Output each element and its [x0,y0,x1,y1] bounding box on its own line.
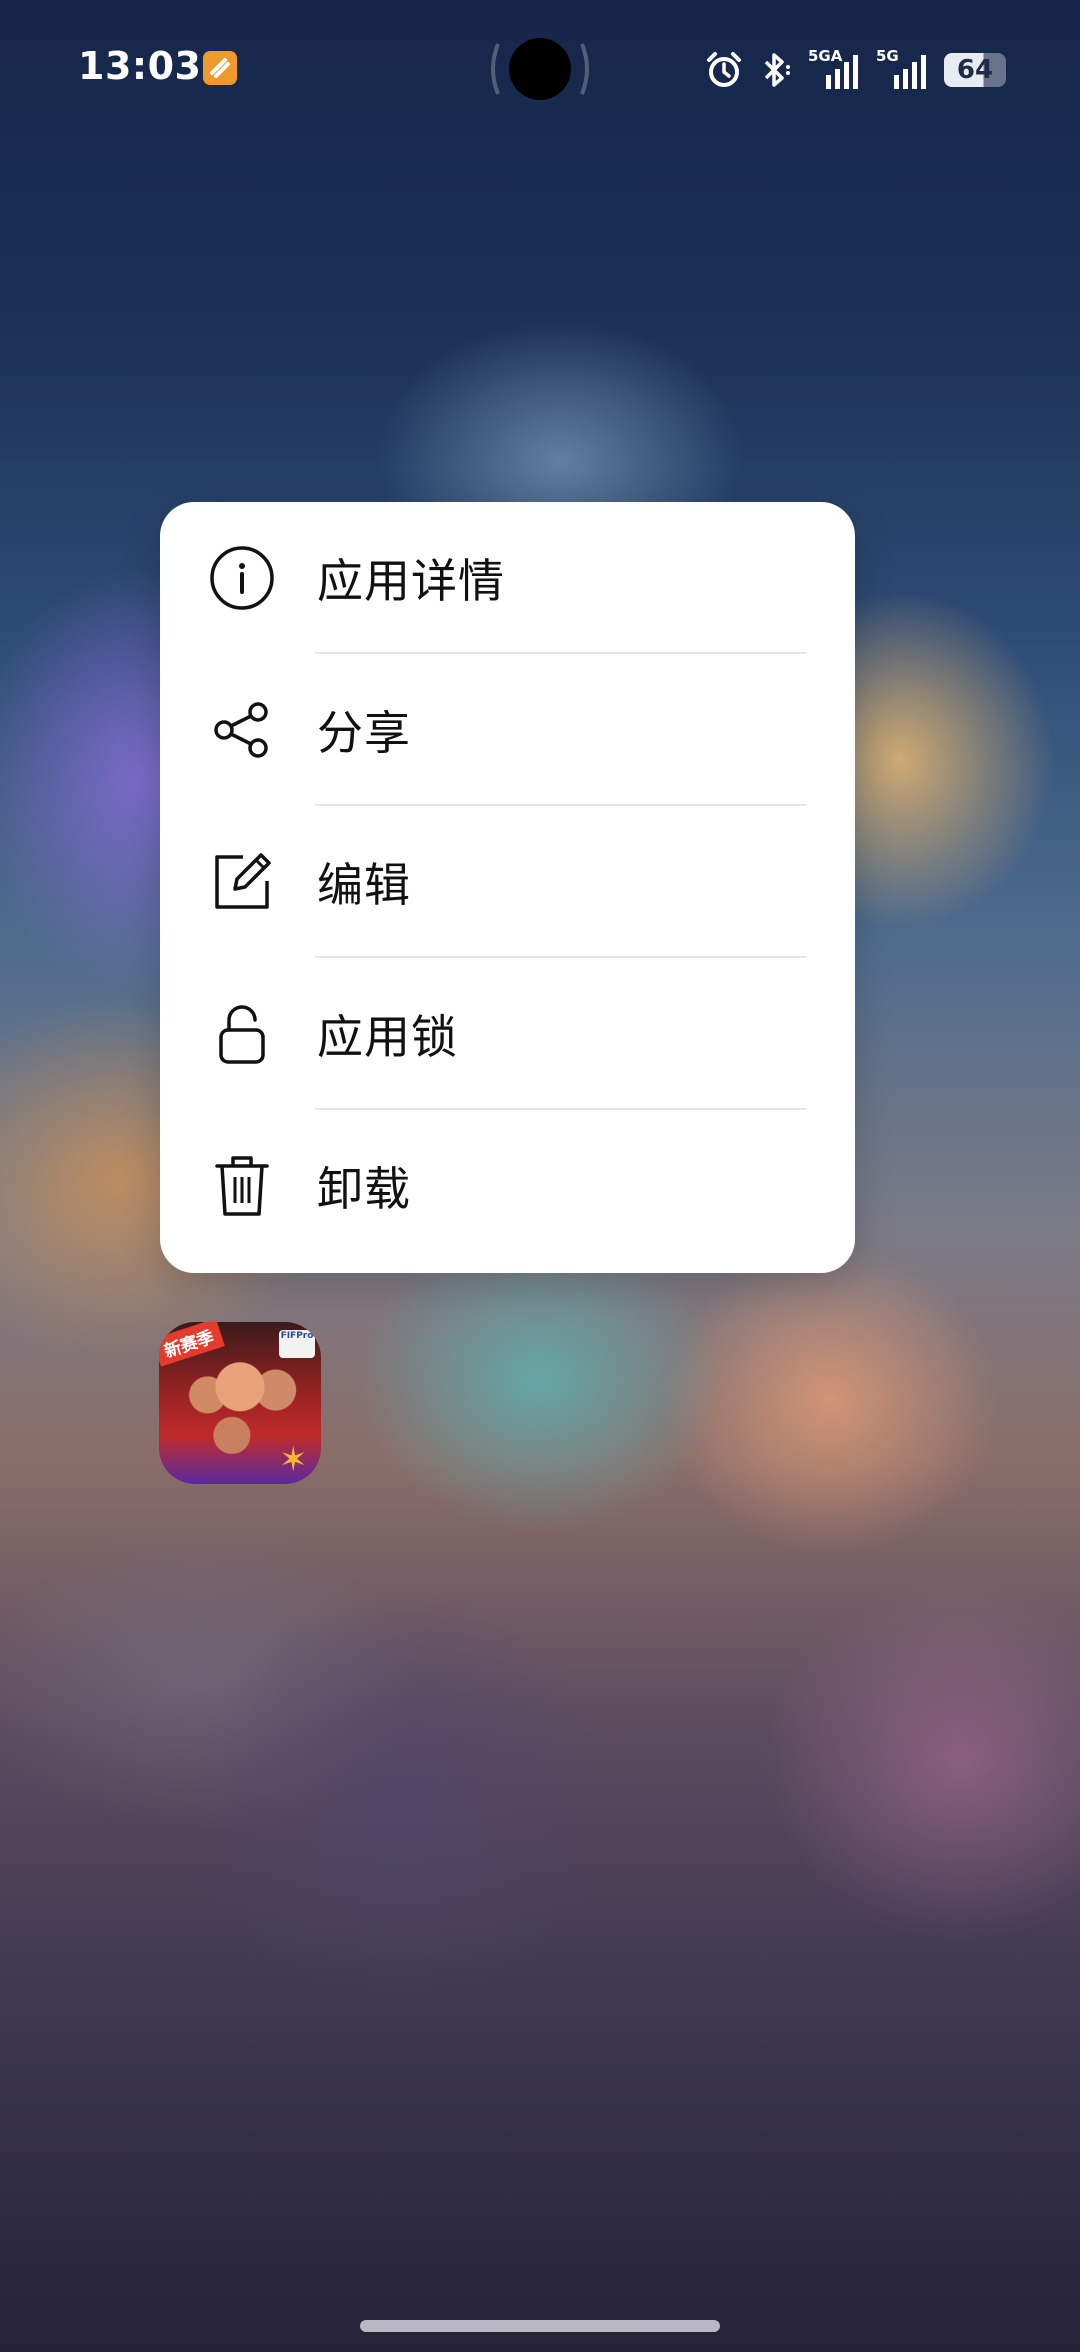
cellular-signal-2-icon: 5G [876,47,930,91]
status-bar: 13:03 5GA 5G 64 [0,0,1080,140]
battery-icon: 64 [944,53,1006,87]
alarm-clock-icon [707,52,741,87]
info-icon [208,544,276,612]
lock-icon [208,1000,276,1068]
status-icons: 5GA 5G 64 [704,47,1006,92]
menu-item-edit[interactable]: 编辑 [160,806,855,958]
front-camera-icon [509,38,571,100]
menu-item-label: 应用详情 [317,554,505,608]
menu-item-uninstall[interactable]: 卸载 [160,1110,855,1262]
menu-item-label: 应用锁 [317,1010,458,1064]
app-context-menu: 应用详情 分享 编辑 应用锁 卸载 [160,502,855,1273]
menu-item-app-lock[interactable]: 应用锁 [160,958,855,1110]
share-icon [208,696,276,764]
app-icon-badge: 新赛季 [159,1322,225,1367]
star-icon: ✶ [279,1440,308,1480]
edit-icon [208,848,276,916]
bluetooth-icon [764,53,790,87]
home-indicator[interactable] [360,2320,720,2332]
app-icon-tag: FIFPro [279,1330,315,1358]
cellular-signal-1-icon: 5GA [808,47,862,91]
menu-item-label: 卸载 [317,1162,411,1216]
trash-icon [208,1152,276,1220]
football-game-app-icon[interactable]: 新赛季 FIFPro ✶ [159,1322,321,1484]
menu-item-app-details[interactable]: 应用详情 [160,502,855,654]
menu-item-label: 分享 [317,706,411,760]
app-notification-icon [203,51,237,85]
menu-item-share[interactable]: 分享 [160,654,855,806]
status-time: 13:03 [78,44,202,88]
menu-item-label: 编辑 [317,858,411,912]
battery-level: 64 [956,55,994,85]
